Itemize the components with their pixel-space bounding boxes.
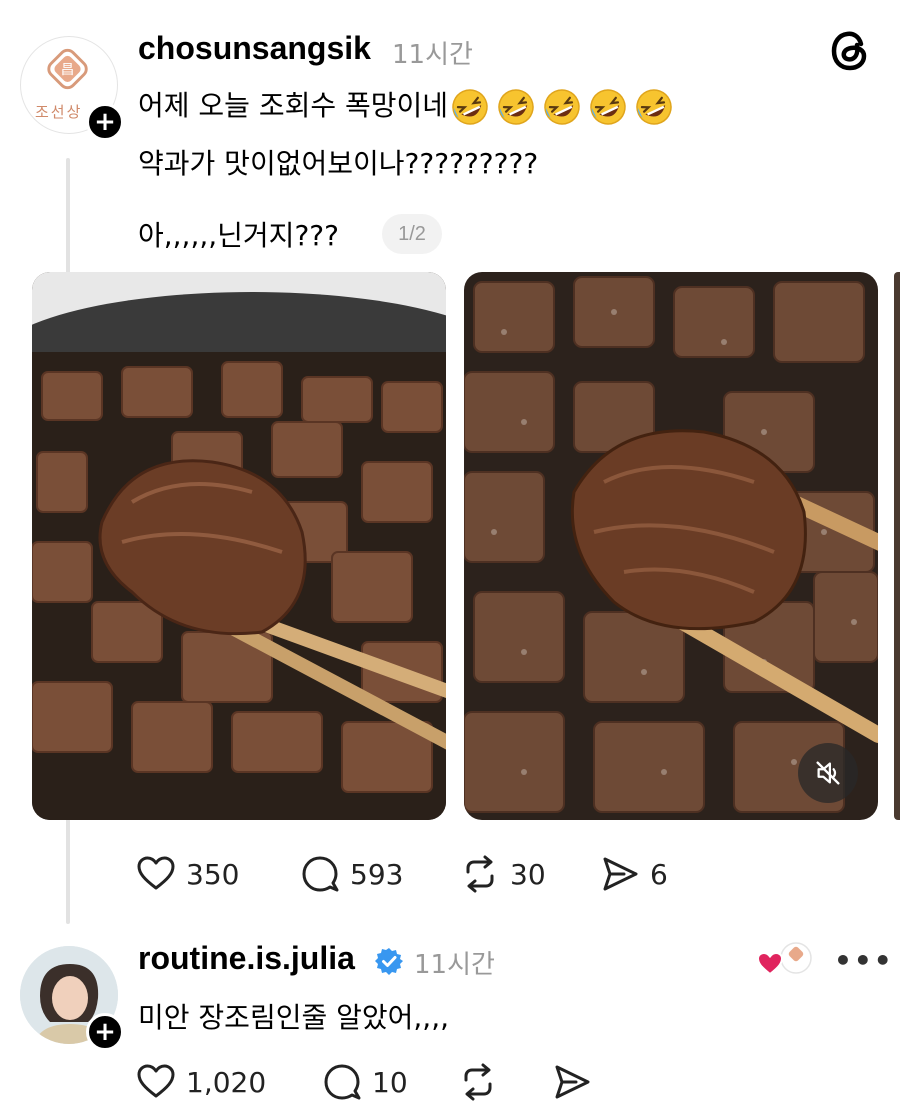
post-text-line-3: 아,,,,,,닌거지??? bbox=[138, 219, 340, 252]
reply-share-button[interactable] bbox=[552, 1062, 592, 1102]
liked-by-author-badge bbox=[758, 942, 812, 976]
post-text-line-1-text: 어제 오늘 조회수 폭망이네 bbox=[138, 89, 449, 122]
post-text-line-2: 약과가 맛이없어보이나????????? bbox=[138, 147, 539, 180]
rolling-laughing-emoji-icon bbox=[452, 89, 488, 125]
post-photo-2[interactable] bbox=[464, 272, 878, 820]
post-like-count: 350 bbox=[186, 857, 240, 891]
reply-text: 미안 장조림인줄 알았어,,,, bbox=[138, 1001, 450, 1034]
post-comment-button[interactable]: 593 bbox=[300, 854, 403, 894]
repost-icon bbox=[464, 1063, 492, 1101]
post-photo-1[interactable] bbox=[32, 272, 446, 820]
post-text-line-1: 어제 오늘 조회수 폭망이네 bbox=[138, 84, 674, 127]
verified-badge-icon bbox=[375, 948, 403, 975]
mute-button[interactable] bbox=[798, 743, 858, 803]
post-photo-3-peek[interactable] bbox=[894, 272, 900, 820]
reply-like-button[interactable]: 1,020 bbox=[136, 1062, 266, 1102]
post-repost-count: 30 bbox=[510, 857, 546, 891]
carousel-page-indicator: 1/2 bbox=[382, 214, 442, 254]
heart-icon bbox=[137, 1064, 175, 1098]
post-timestamp: 11시간 bbox=[392, 40, 473, 70]
rolling-laughing-emoji-icon bbox=[590, 89, 626, 125]
muted-speaker-icon bbox=[816, 761, 840, 785]
comment-icon bbox=[324, 1064, 361, 1100]
post-share-count: 6 bbox=[650, 857, 668, 891]
rolling-laughing-emoji-icon bbox=[636, 89, 672, 125]
reply-like-count: 1,020 bbox=[186, 1065, 267, 1099]
more-options-button[interactable]: ••• bbox=[834, 944, 894, 977]
reply-follow-plus-button[interactable]: + bbox=[86, 1013, 124, 1051]
share-icon bbox=[555, 1065, 590, 1099]
post-like-button[interactable]: 350 bbox=[136, 854, 239, 894]
threads-icon[interactable] bbox=[830, 28, 872, 74]
rolling-laughing-emoji-icon bbox=[544, 89, 580, 125]
emoji-group bbox=[450, 87, 674, 127]
post-repost-button[interactable]: 30 bbox=[460, 854, 546, 894]
rolling-laughing-emoji-icon bbox=[498, 89, 534, 125]
avatar-logo-text: 조선상 bbox=[35, 103, 83, 121]
repost-icon bbox=[466, 855, 494, 893]
post-share-button[interactable]: 6 bbox=[600, 854, 668, 894]
post-username[interactable]: chosunsangsik bbox=[138, 30, 371, 67]
reply-comment-button[interactable]: 10 bbox=[322, 1062, 408, 1102]
follow-plus-button[interactable]: + bbox=[86, 103, 124, 141]
comment-icon bbox=[302, 856, 339, 892]
svg-text:昌: 昌 bbox=[61, 62, 75, 78]
reply-comment-count: 10 bbox=[372, 1065, 408, 1099]
post-comment-count: 593 bbox=[350, 857, 404, 891]
reply-username[interactable]: routine.is.julia bbox=[138, 940, 355, 977]
reply-repost-button[interactable] bbox=[458, 1062, 498, 1102]
share-icon bbox=[603, 857, 638, 891]
reply-timestamp: 11시간 bbox=[414, 950, 495, 980]
heart-icon bbox=[137, 856, 175, 890]
